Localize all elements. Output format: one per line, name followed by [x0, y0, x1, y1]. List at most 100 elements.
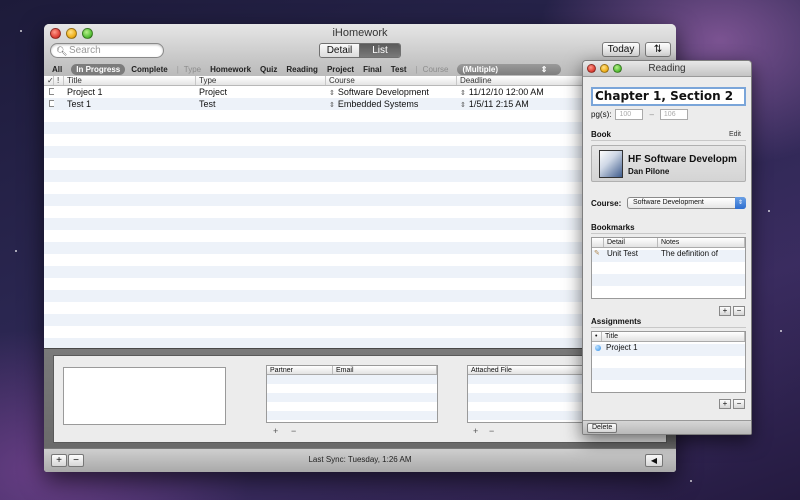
star: [690, 480, 692, 482]
reading-titlebar: Reading: [583, 61, 751, 77]
star: [20, 30, 22, 32]
divider: [591, 233, 746, 234]
filter-type-test[interactable]: Test: [391, 65, 407, 74]
delete-button[interactable]: Delete: [587, 423, 618, 433]
deadline-cell-text: 1/5/11 2:15 AM: [468, 99, 529, 109]
assignments-label: Assignments: [591, 317, 642, 326]
assignment-title-cell: Project 1: [606, 343, 638, 352]
course-filter-value: (Multiple): [462, 64, 499, 74]
today-button[interactable]: Today: [602, 42, 640, 57]
filter-in-progress[interactable]: In Progress: [71, 63, 126, 75]
toggle-panel-button[interactable]: ◀: [645, 454, 663, 467]
column-header-attached-file[interactable]: Attached File: [468, 366, 586, 374]
column-header-detail[interactable]: Detail: [604, 238, 658, 247]
window-title: iHomework: [332, 27, 388, 39]
remove-bookmark-button[interactable]: −: [733, 306, 745, 316]
add-file-button[interactable]: +: [473, 426, 478, 436]
filter-complete[interactable]: Complete: [131, 65, 167, 74]
stepper-arrows-icon[interactable]: ⇕: [460, 102, 466, 109]
deadline-cell-text: 11/12/10 12:00 AM: [468, 87, 544, 97]
star: [15, 250, 17, 252]
remove-partner-button[interactable]: −: [291, 426, 296, 436]
stepper-arrows-icon[interactable]: ⇕: [329, 102, 335, 109]
bookmark-row[interactable]: ✎ Unit Test The definition of: [592, 248, 745, 260]
stepper-arrows-icon[interactable]: ⇕: [329, 90, 335, 97]
status-bar: + − Last Sync: Tuesday, 1:26 AM ◀: [44, 448, 676, 472]
filter-type-project[interactable]: Project: [327, 65, 354, 74]
attached-files-header: Attached File: [468, 366, 586, 375]
title-cell: Test 1: [67, 99, 92, 109]
bookmark-pencil-icon: ✎: [594, 250, 600, 257]
column-header-type[interactable]: Type: [196, 76, 326, 85]
column-header-complete[interactable]: ✓: [44, 76, 54, 85]
assignments-table[interactable]: • Title Project 1: [591, 331, 746, 393]
book-author: Dan Pilone: [628, 167, 670, 176]
complete-checkbox-cell: [44, 86, 54, 98]
bookmarks-table-header: Detail Notes: [592, 238, 745, 248]
column-header-partner[interactable]: Partner: [267, 366, 333, 374]
course-label: Course:: [591, 199, 622, 208]
assignment-row[interactable]: Project 1: [592, 342, 745, 354]
notes-textarea[interactable]: [63, 367, 226, 425]
column-header-email[interactable]: Email: [333, 366, 437, 374]
assignments-table-header: • Title: [592, 332, 745, 342]
bookmark-notes-cell: The definition of: [661, 249, 718, 258]
remove-assignment-button[interactable]: −: [733, 399, 745, 409]
assignment-status-icon: [595, 345, 601, 351]
search-input[interactable]: 🔍︎ Search: [50, 43, 164, 58]
bookmarks-label: Bookmarks: [591, 223, 635, 232]
page-from-field[interactable]: 100: [615, 109, 644, 120]
book-section-label: Book: [591, 130, 611, 139]
last-sync-text: Last Sync: Tuesday, 1:26 AM: [308, 455, 412, 464]
sync-arrows-icon: ⇅: [653, 44, 663, 55]
attached-files-table[interactable]: Attached File: [467, 365, 587, 423]
filter-all[interactable]: All: [52, 65, 62, 74]
filter-type-homework[interactable]: Homework: [210, 65, 251, 74]
sync-button[interactable]: ⇅: [645, 42, 671, 57]
course-select-value: Software Development: [633, 199, 704, 206]
course-cell-text: Software Development: [337, 87, 429, 97]
list-view-button[interactable]: List: [360, 44, 400, 57]
pages-label: pg(s):: [591, 110, 612, 119]
reading-inspector-panel: Reading Chapter 1, Section 2 pg(s): 100 …: [582, 60, 752, 435]
course-filter-popup[interactable]: (Multiple) ⇕: [457, 63, 562, 75]
partner-table-header: Partner Email: [267, 366, 437, 375]
course-select[interactable]: Software Development ⇕: [627, 197, 746, 209]
reading-title-field[interactable]: Chapter 1, Section 2: [591, 87, 746, 106]
column-header-course[interactable]: Course: [326, 76, 457, 85]
type-cell: Project: [199, 87, 228, 97]
book-cover-image: [599, 150, 623, 178]
book-card[interactable]: HF Software Developm Dan Pilone: [591, 145, 746, 182]
search-icon: 🔍︎: [56, 46, 68, 56]
type-cell: Test: [199, 99, 216, 109]
detail-panel-inner: Partner Email + − Attached File + −: [53, 355, 667, 443]
column-header-priority[interactable]: !: [54, 76, 64, 85]
filter-type-reading[interactable]: Reading: [286, 65, 318, 74]
column-header-icon: [592, 238, 604, 247]
complete-checkbox-cell: [44, 98, 54, 110]
detail-view-button[interactable]: Detail: [320, 44, 360, 57]
divider: [591, 327, 746, 328]
add-assignment-button[interactable]: +: [719, 399, 731, 409]
add-bookmark-button[interactable]: +: [719, 306, 731, 316]
course-cell: ⇕ Software Development: [326, 86, 457, 98]
course-cell: ⇕ Embedded Systems: [326, 98, 457, 110]
panel-footer: Delete: [583, 420, 751, 434]
page-to-field[interactable]: 106: [659, 109, 688, 120]
add-partner-button[interactable]: +: [273, 426, 278, 436]
bookmark-detail-cell: Unit Test: [607, 249, 638, 258]
column-header-assignment-title[interactable]: Title: [602, 332, 745, 341]
edit-book-button[interactable]: Edit: [729, 131, 741, 138]
bookmarks-table[interactable]: Detail Notes ✎ Unit Test The definition …: [591, 237, 746, 299]
column-header-title[interactable]: Title: [64, 76, 196, 85]
filter-separator: |: [176, 64, 179, 74]
filter-type-quiz[interactable]: Quiz: [260, 65, 277, 74]
priority-cell: [54, 86, 64, 98]
stepper-arrows-icon[interactable]: ⇕: [460, 90, 466, 97]
remove-file-button[interactable]: −: [489, 426, 494, 436]
column-header-notes[interactable]: Notes: [658, 238, 745, 247]
filter-type-final[interactable]: Final: [363, 65, 382, 74]
partner-table[interactable]: Partner Email: [266, 365, 438, 423]
popup-arrows-icon: ⇕: [735, 197, 746, 209]
filter-separator: |: [415, 64, 418, 74]
